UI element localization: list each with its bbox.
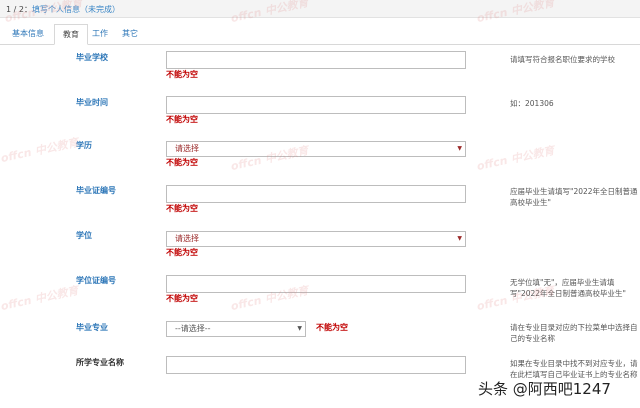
education-select[interactable]: 请选择 ▼ [166,141,466,157]
tab-other[interactable]: 其它 [116,24,144,45]
major-error: 不能为空 [316,323,348,332]
grad-time-label: 毕业时间 [76,98,108,107]
tab-work[interactable]: 工作 [88,24,112,45]
degree-error: 不能为空 [166,248,198,257]
progress-step: 1 / 2 [6,5,24,14]
progress-text: 1 / 2：填写个人信息（未完成） [6,4,120,15]
degree-no-input[interactable] [166,275,466,293]
chevron-down-icon: ▼ [457,235,462,242]
education-select-value: 请选择 [175,144,199,153]
progress-bar: 1 / 2：填写个人信息（未完成） [0,0,640,18]
major-select-value: --请选择-- [175,324,211,333]
chevron-down-icon: ▼ [457,145,462,152]
major-hint: 请在专业目录对应的下拉菜单中选择自己的专业名称 [510,323,638,343]
diploma-no-label: 毕业证编号 [76,186,116,195]
progress-info: 填写个人信息（未完成） [31,5,120,14]
progress-separator: ： [23,5,32,14]
credit-watermark: 头条 @阿西吧1247 [478,380,611,398]
tab-basic-info[interactable]: 基本信息 [6,24,50,45]
chevron-down-icon: ▼ [297,325,302,332]
school-label: 毕业学校 [76,53,108,62]
major-name-hint: 如果在专业目录中找不到对应专业，请在此栏填写自己毕业证书上的专业名称 [510,359,638,379]
major-name-input[interactable] [166,356,466,374]
degree-no-label: 学位证编号 [76,276,116,285]
major-name-label: 所学专业名称 [76,358,124,367]
watermark: offcn 中公教育 [475,143,556,174]
degree-no-hint: 无学位填"无"，应届毕业生请填写"2022年全日制普通高校毕业生" [510,278,626,298]
diploma-no-hint: 应届毕业生请填写"2022年全日制普通高校毕业生" [510,187,638,207]
grad-time-error: 不能为空 [166,115,198,124]
degree-select-value: 请选择 [175,234,199,243]
major-label: 毕业专业 [76,323,108,332]
major-select[interactable]: --请选择-- ▼ [166,321,306,337]
degree-no-error: 不能为空 [166,294,198,303]
diploma-no-input[interactable] [166,185,466,203]
watermark: offcn 中公教育 [0,135,80,166]
school-input[interactable] [166,51,466,69]
school-hint: 请填写符合报名职位要求的学校 [510,55,615,64]
diploma-no-error: 不能为空 [166,204,198,213]
tab-bar: 基本信息 教育 工作 其它 [0,24,640,45]
school-error: 不能为空 [166,70,198,79]
education-label: 学历 [76,141,92,150]
degree-select[interactable]: 请选择 ▼ [166,231,466,247]
degree-label: 学位 [76,231,92,240]
grad-time-input[interactable] [166,96,466,114]
tab-education[interactable]: 教育 [54,24,88,45]
education-error: 不能为空 [166,158,198,167]
watermark: offcn 中公教育 [0,283,80,314]
grad-time-hint: 如：201306 [510,99,554,108]
